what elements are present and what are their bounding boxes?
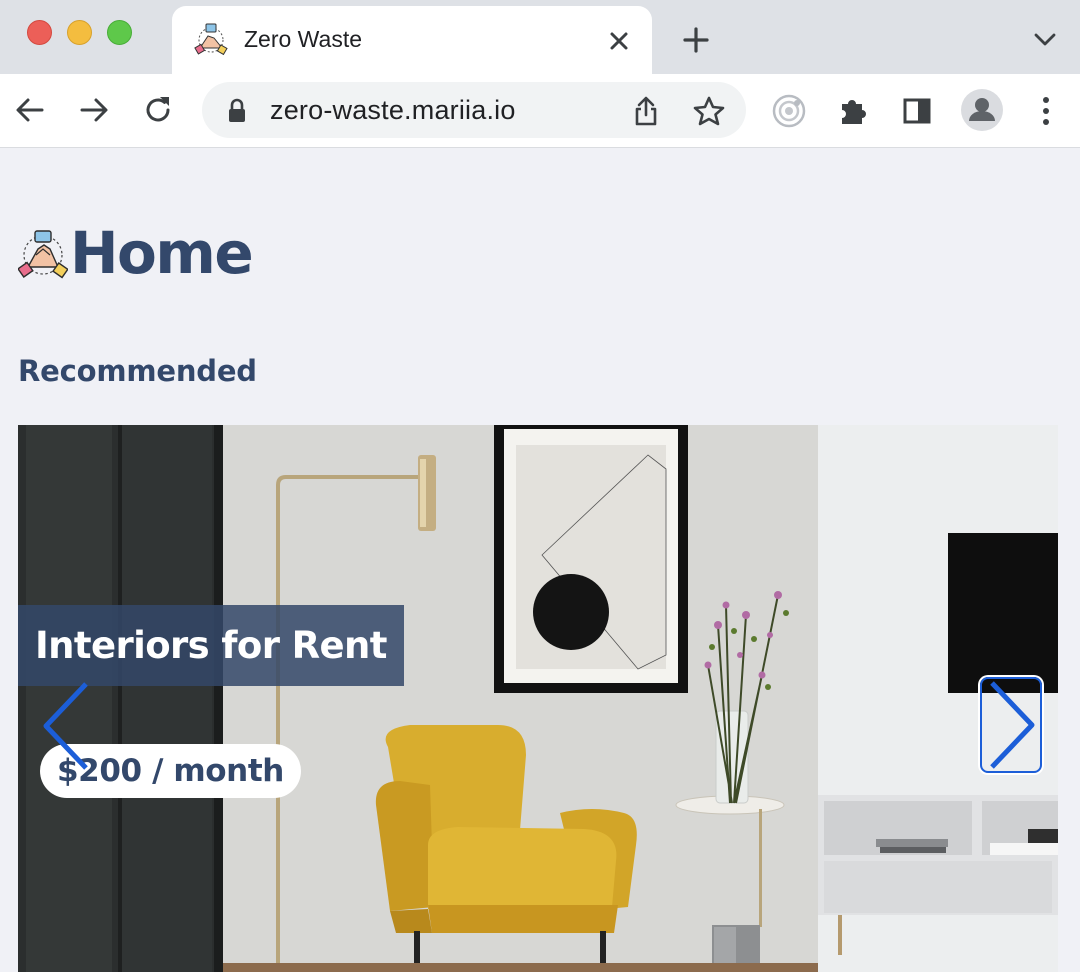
hands-together-icon xyxy=(194,23,228,56)
back-arrow-icon[interactable] xyxy=(12,92,48,128)
browser-tab-bar: Zero Waste xyxy=(0,0,1080,74)
slide-image xyxy=(18,425,1058,972)
page-header: Home xyxy=(18,218,254,288)
url-text[interactable]: zero-waste.mariia.io xyxy=(270,95,516,126)
slide-title-banner: Interiors for Rent xyxy=(18,605,404,686)
share-icon[interactable] xyxy=(630,94,662,128)
screen-record-icon[interactable] xyxy=(770,92,808,130)
chevron-right-icon[interactable] xyxy=(982,679,1040,771)
maximize-window-button[interactable] xyxy=(107,20,132,45)
kebab-menu-icon[interactable] xyxy=(1028,92,1064,130)
reload-icon[interactable] xyxy=(140,92,176,128)
browser-tab-active[interactable]: Zero Waste xyxy=(172,6,652,74)
side-panel-icon[interactable] xyxy=(898,92,936,130)
carousel-next-button[interactable] xyxy=(980,677,1042,773)
tab-title: Zero Waste xyxy=(244,26,363,52)
puzzle-icon[interactable] xyxy=(834,92,872,130)
browser-toolbar: zero-waste.mariia.io xyxy=(0,74,1080,148)
close-window-button[interactable] xyxy=(27,20,52,45)
section-title-recommended: Recommended xyxy=(18,354,257,388)
page-title: Home xyxy=(70,219,254,287)
hands-together-icon xyxy=(18,230,68,279)
minimize-window-button[interactable] xyxy=(67,20,92,45)
close-icon[interactable] xyxy=(604,26,634,56)
star-icon[interactable] xyxy=(692,94,726,128)
slide-title: Interiors for Rent xyxy=(35,624,387,667)
chevron-left-icon[interactable] xyxy=(38,680,94,772)
profile-icon[interactable] xyxy=(960,88,1004,132)
new-tab-icon[interactable] xyxy=(680,24,712,56)
recommended-carousel[interactable]: Interiors for Rent $200 / month xyxy=(18,425,1058,972)
lock-icon[interactable] xyxy=(226,98,248,124)
address-bar[interactable]: zero-waste.mariia.io xyxy=(202,82,746,138)
chevron-down-icon[interactable] xyxy=(1032,30,1058,50)
forward-arrow-icon[interactable] xyxy=(76,92,112,128)
